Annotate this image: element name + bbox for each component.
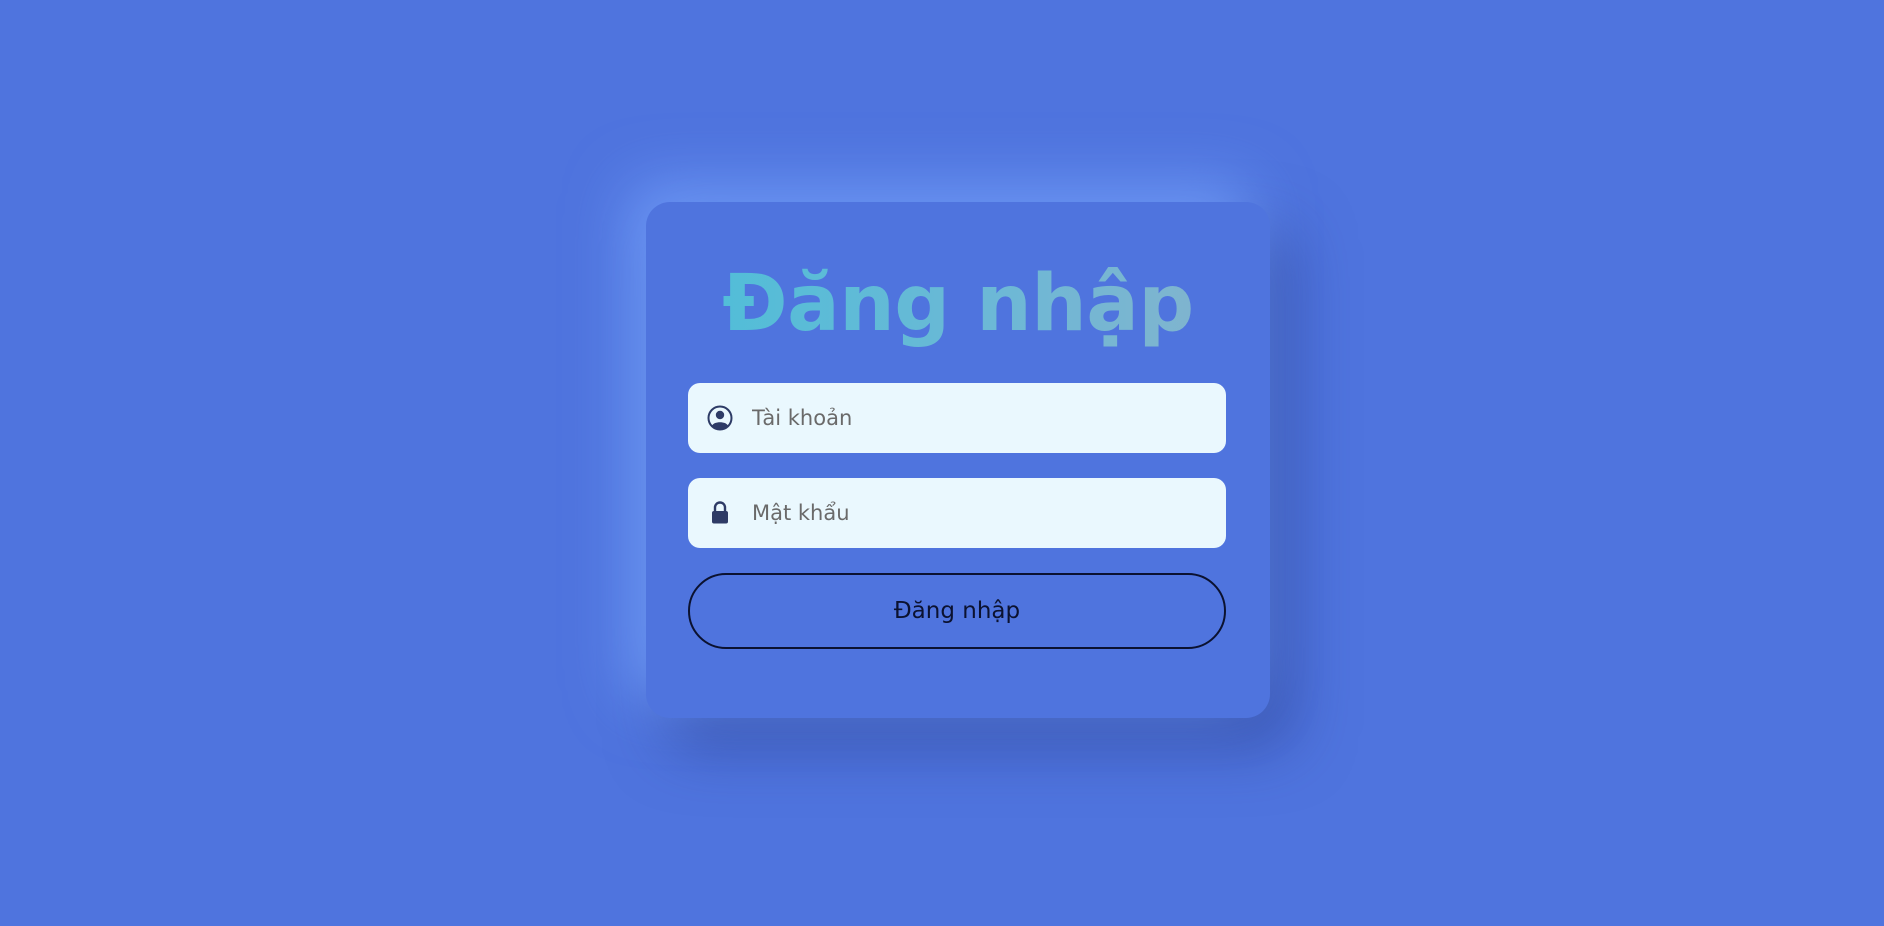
login-card: Đăng nhập Đăng nhập xyxy=(646,202,1270,718)
password-input[interactable] xyxy=(750,477,1210,549)
lock-icon xyxy=(706,499,734,527)
page-title: Đăng nhập xyxy=(646,261,1270,348)
user-circle-icon xyxy=(706,404,734,432)
username-field[interactable] xyxy=(688,382,1226,454)
password-field[interactable] xyxy=(688,477,1226,549)
login-button[interactable]: Đăng nhập xyxy=(688,573,1226,649)
username-input[interactable] xyxy=(750,382,1210,454)
login-page: Đăng nhập Đăng nhập xyxy=(0,0,1884,926)
